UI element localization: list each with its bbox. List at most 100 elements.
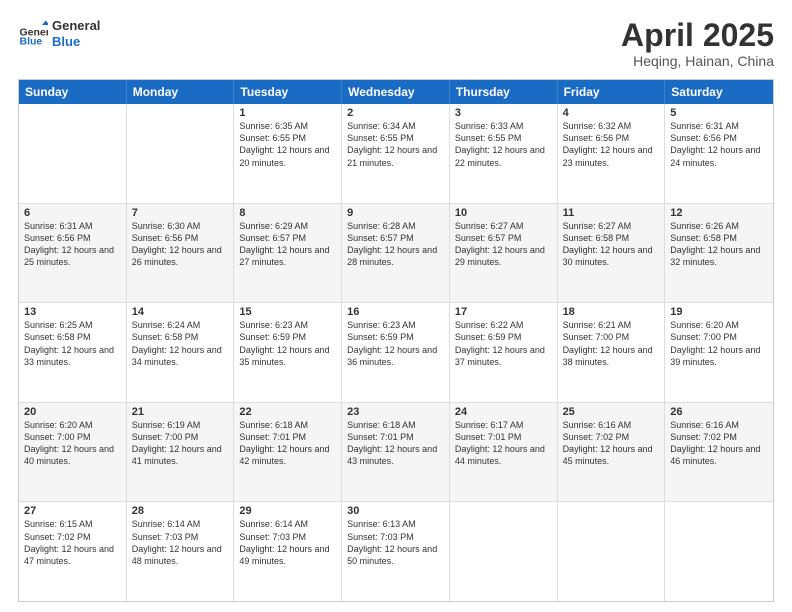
day-info: Sunrise: 6:18 AM Sunset: 7:01 PM Dayligh… bbox=[347, 419, 444, 468]
calendar-cell: 22Sunrise: 6:18 AM Sunset: 7:01 PM Dayli… bbox=[234, 403, 342, 502]
day-number: 12 bbox=[670, 207, 768, 219]
day-number: 8 bbox=[239, 207, 336, 219]
day-number: 21 bbox=[132, 406, 229, 418]
calendar-cell: 29Sunrise: 6:14 AM Sunset: 7:03 PM Dayli… bbox=[234, 502, 342, 601]
header-day-monday: Monday bbox=[127, 80, 235, 104]
title-block: April 2025 Heqing, Hainan, China bbox=[621, 18, 774, 69]
calendar-week-2: 6Sunrise: 6:31 AM Sunset: 6:56 PM Daylig… bbox=[19, 204, 773, 304]
day-info: Sunrise: 6:23 AM Sunset: 6:59 PM Dayligh… bbox=[239, 319, 336, 368]
day-number: 19 bbox=[670, 306, 768, 318]
day-info: Sunrise: 6:13 AM Sunset: 7:03 PM Dayligh… bbox=[347, 518, 444, 567]
day-info: Sunrise: 6:24 AM Sunset: 6:58 PM Dayligh… bbox=[132, 319, 229, 368]
calendar-cell: 1Sunrise: 6:35 AM Sunset: 6:55 PM Daylig… bbox=[234, 104, 342, 203]
header-day-saturday: Saturday bbox=[665, 80, 773, 104]
header-day-friday: Friday bbox=[558, 80, 666, 104]
logo-blue: Blue bbox=[52, 34, 100, 50]
day-info: Sunrise: 6:21 AM Sunset: 7:00 PM Dayligh… bbox=[563, 319, 660, 368]
calendar-cell: 11Sunrise: 6:27 AM Sunset: 6:58 PM Dayli… bbox=[558, 204, 666, 303]
day-number: 7 bbox=[132, 207, 229, 219]
day-info: Sunrise: 6:29 AM Sunset: 6:57 PM Dayligh… bbox=[239, 220, 336, 269]
calendar-cell: 23Sunrise: 6:18 AM Sunset: 7:01 PM Dayli… bbox=[342, 403, 450, 502]
day-info: Sunrise: 6:19 AM Sunset: 7:00 PM Dayligh… bbox=[132, 419, 229, 468]
day-info: Sunrise: 6:31 AM Sunset: 6:56 PM Dayligh… bbox=[670, 120, 768, 169]
calendar-cell: 20Sunrise: 6:20 AM Sunset: 7:00 PM Dayli… bbox=[19, 403, 127, 502]
day-info: Sunrise: 6:34 AM Sunset: 6:55 PM Dayligh… bbox=[347, 120, 444, 169]
day-info: Sunrise: 6:31 AM Sunset: 6:56 PM Dayligh… bbox=[24, 220, 121, 269]
day-number: 10 bbox=[455, 207, 552, 219]
day-info: Sunrise: 6:28 AM Sunset: 6:57 PM Dayligh… bbox=[347, 220, 444, 269]
calendar-cell: 3Sunrise: 6:33 AM Sunset: 6:55 PM Daylig… bbox=[450, 104, 558, 203]
day-number: 9 bbox=[347, 207, 444, 219]
header-day-tuesday: Tuesday bbox=[234, 80, 342, 104]
calendar-cell: 13Sunrise: 6:25 AM Sunset: 6:58 PM Dayli… bbox=[19, 303, 127, 402]
day-info: Sunrise: 6:14 AM Sunset: 7:03 PM Dayligh… bbox=[239, 518, 336, 567]
day-number: 5 bbox=[670, 107, 768, 119]
svg-text:Blue: Blue bbox=[20, 35, 43, 47]
day-info: Sunrise: 6:27 AM Sunset: 6:57 PM Dayligh… bbox=[455, 220, 552, 269]
calendar-cell: 15Sunrise: 6:23 AM Sunset: 6:59 PM Dayli… bbox=[234, 303, 342, 402]
day-info: Sunrise: 6:20 AM Sunset: 7:00 PM Dayligh… bbox=[670, 319, 768, 368]
calendar-cell: 5Sunrise: 6:31 AM Sunset: 6:56 PM Daylig… bbox=[665, 104, 773, 203]
calendar-header: SundayMondayTuesdayWednesdayThursdayFrid… bbox=[19, 80, 773, 104]
calendar-cell: 8Sunrise: 6:29 AM Sunset: 6:57 PM Daylig… bbox=[234, 204, 342, 303]
day-number: 30 bbox=[347, 505, 444, 517]
day-info: Sunrise: 6:35 AM Sunset: 6:55 PM Dayligh… bbox=[239, 120, 336, 169]
day-number: 23 bbox=[347, 406, 444, 418]
day-info: Sunrise: 6:27 AM Sunset: 6:58 PM Dayligh… bbox=[563, 220, 660, 269]
header-day-sunday: Sunday bbox=[19, 80, 127, 104]
calendar-week-3: 13Sunrise: 6:25 AM Sunset: 6:58 PM Dayli… bbox=[19, 303, 773, 403]
calendar-cell bbox=[450, 502, 558, 601]
calendar-cell: 9Sunrise: 6:28 AM Sunset: 6:57 PM Daylig… bbox=[342, 204, 450, 303]
calendar-cell: 4Sunrise: 6:32 AM Sunset: 6:56 PM Daylig… bbox=[558, 104, 666, 203]
header: General Blue General Blue April 2025 Heq… bbox=[18, 18, 774, 69]
header-day-wednesday: Wednesday bbox=[342, 80, 450, 104]
day-number: 20 bbox=[24, 406, 121, 418]
day-info: Sunrise: 6:32 AM Sunset: 6:56 PM Dayligh… bbox=[563, 120, 660, 169]
day-info: Sunrise: 6:15 AM Sunset: 7:02 PM Dayligh… bbox=[24, 518, 121, 567]
calendar-cell: 14Sunrise: 6:24 AM Sunset: 6:58 PM Dayli… bbox=[127, 303, 235, 402]
day-info: Sunrise: 6:18 AM Sunset: 7:01 PM Dayligh… bbox=[239, 419, 336, 468]
day-info: Sunrise: 6:25 AM Sunset: 6:58 PM Dayligh… bbox=[24, 319, 121, 368]
day-number: 24 bbox=[455, 406, 552, 418]
day-info: Sunrise: 6:17 AM Sunset: 7:01 PM Dayligh… bbox=[455, 419, 552, 468]
calendar: SundayMondayTuesdayWednesdayThursdayFrid… bbox=[18, 79, 774, 602]
calendar-cell: 12Sunrise: 6:26 AM Sunset: 6:58 PM Dayli… bbox=[665, 204, 773, 303]
calendar-cell: 19Sunrise: 6:20 AM Sunset: 7:00 PM Dayli… bbox=[665, 303, 773, 402]
calendar-cell bbox=[127, 104, 235, 203]
logo: General Blue General Blue bbox=[18, 18, 100, 49]
header-day-thursday: Thursday bbox=[450, 80, 558, 104]
page-subtitle: Heqing, Hainan, China bbox=[621, 53, 774, 69]
day-number: 1 bbox=[239, 107, 336, 119]
calendar-week-5: 27Sunrise: 6:15 AM Sunset: 7:02 PM Dayli… bbox=[19, 502, 773, 601]
day-number: 15 bbox=[239, 306, 336, 318]
calendar-cell bbox=[19, 104, 127, 203]
calendar-cell: 17Sunrise: 6:22 AM Sunset: 6:59 PM Dayli… bbox=[450, 303, 558, 402]
calendar-cell: 25Sunrise: 6:16 AM Sunset: 7:02 PM Dayli… bbox=[558, 403, 666, 502]
day-info: Sunrise: 6:30 AM Sunset: 6:56 PM Dayligh… bbox=[132, 220, 229, 269]
calendar-cell: 30Sunrise: 6:13 AM Sunset: 7:03 PM Dayli… bbox=[342, 502, 450, 601]
day-info: Sunrise: 6:16 AM Sunset: 7:02 PM Dayligh… bbox=[563, 419, 660, 468]
day-number: 27 bbox=[24, 505, 121, 517]
calendar-cell: 18Sunrise: 6:21 AM Sunset: 7:00 PM Dayli… bbox=[558, 303, 666, 402]
day-info: Sunrise: 6:20 AM Sunset: 7:00 PM Dayligh… bbox=[24, 419, 121, 468]
calendar-cell: 21Sunrise: 6:19 AM Sunset: 7:00 PM Dayli… bbox=[127, 403, 235, 502]
day-number: 18 bbox=[563, 306, 660, 318]
day-number: 28 bbox=[132, 505, 229, 517]
calendar-cell bbox=[558, 502, 666, 601]
calendar-cell: 27Sunrise: 6:15 AM Sunset: 7:02 PM Dayli… bbox=[19, 502, 127, 601]
day-number: 22 bbox=[239, 406, 336, 418]
calendar-cell: 16Sunrise: 6:23 AM Sunset: 6:59 PM Dayli… bbox=[342, 303, 450, 402]
calendar-cell: 26Sunrise: 6:16 AM Sunset: 7:02 PM Dayli… bbox=[665, 403, 773, 502]
logo-general: General bbox=[52, 18, 100, 34]
calendar-week-4: 20Sunrise: 6:20 AM Sunset: 7:00 PM Dayli… bbox=[19, 403, 773, 503]
page: General Blue General Blue April 2025 Heq… bbox=[0, 0, 792, 612]
day-number: 2 bbox=[347, 107, 444, 119]
calendar-cell: 2Sunrise: 6:34 AM Sunset: 6:55 PM Daylig… bbox=[342, 104, 450, 203]
day-number: 6 bbox=[24, 207, 121, 219]
day-number: 29 bbox=[239, 505, 336, 517]
day-number: 11 bbox=[563, 207, 660, 219]
day-number: 17 bbox=[455, 306, 552, 318]
calendar-cell: 6Sunrise: 6:31 AM Sunset: 6:56 PM Daylig… bbox=[19, 204, 127, 303]
day-info: Sunrise: 6:33 AM Sunset: 6:55 PM Dayligh… bbox=[455, 120, 552, 169]
day-number: 3 bbox=[455, 107, 552, 119]
